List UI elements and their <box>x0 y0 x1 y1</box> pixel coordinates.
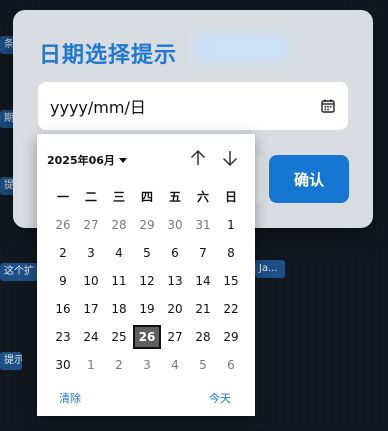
day-cell[interactable]: 12 <box>133 269 161 293</box>
day-cell[interactable]: 13 <box>161 269 189 293</box>
clear-button[interactable]: 清除 <box>59 390 81 406</box>
arrow-up-icon[interactable] <box>188 148 208 168</box>
day-cell[interactable]: 29 <box>217 325 245 349</box>
day-cell[interactable]: 6 <box>217 353 245 377</box>
day-cell[interactable]: 1 <box>77 353 105 377</box>
weekday-label: 日 <box>224 190 237 204</box>
day-cell[interactable]: 11 <box>105 269 133 293</box>
weekday-label: 二 <box>84 190 97 204</box>
day-cell[interactable]: 17 <box>77 297 105 321</box>
week-row: 23 24 25 26 27 28 29 <box>49 323 245 351</box>
confirm-button[interactable]: 确认 <box>269 155 349 203</box>
weekday-header-row: 一 二 三 四 五 六 日 <box>49 183 245 211</box>
month-selector[interactable]: 2025年06月 <box>47 152 127 168</box>
day-cell[interactable]: 29 <box>133 213 161 237</box>
week-row: 16 17 18 19 20 21 22 <box>49 295 245 323</box>
weekday-label: 三 <box>112 190 125 204</box>
day-cell[interactable]: 26 <box>49 213 77 237</box>
week-row: 30 1 2 3 4 5 6 <box>49 351 245 379</box>
week-row: 9 10 11 12 13 14 15 <box>49 267 245 295</box>
day-cell[interactable]: 20 <box>161 297 189 321</box>
today-button[interactable]: 今天 <box>209 390 231 406</box>
day-cell[interactable]: 24 <box>77 325 105 349</box>
month-label: 2025年06月 <box>47 154 115 167</box>
day-cell[interactable]: 28 <box>189 325 217 349</box>
day-cell[interactable]: 2 <box>105 353 133 377</box>
day-cell[interactable]: 19 <box>133 297 161 321</box>
day-cell[interactable]: 16 <box>49 297 77 321</box>
day-cell[interactable]: 4 <box>105 241 133 265</box>
blurred-decoration <box>193 34 289 62</box>
day-cell[interactable]: 25 <box>105 325 133 349</box>
weekday-label: 六 <box>196 190 209 204</box>
day-cell[interactable]: 6 <box>161 241 189 265</box>
day-cell[interactable]: 5 <box>133 241 161 265</box>
day-cell[interactable]: 31 <box>189 213 217 237</box>
chevron-down-icon <box>118 157 127 163</box>
day-cell[interactable]: 14 <box>189 269 217 293</box>
day-cell[interactable]: 18 <box>105 297 133 321</box>
bg-fragment: 提示 <box>0 352 22 370</box>
day-cell[interactable]: 28 <box>105 213 133 237</box>
day-cell[interactable]: 8 <box>217 241 245 265</box>
bg-fragment-chip: Ja... <box>255 260 285 278</box>
day-cell[interactable]: 9 <box>49 269 77 293</box>
day-cell[interactable]: 30 <box>49 353 77 377</box>
calendar-grid: 一 二 三 四 五 六 日 26 27 28 29 30 31 1 2 3 4 … <box>49 183 245 379</box>
dialog-title: 日期选择提示 <box>39 43 178 68</box>
day-cell[interactable]: 30 <box>161 213 189 237</box>
day-cell[interactable]: 1 <box>217 213 245 237</box>
calendar-icon[interactable] <box>320 98 336 114</box>
bg-fragment: 这个扩 <box>0 263 38 281</box>
day-cell[interactable]: 3 <box>133 353 161 377</box>
week-row: 2 3 4 5 6 7 8 <box>49 239 245 267</box>
day-cell[interactable]: 15 <box>217 269 245 293</box>
day-cell[interactable]: 7 <box>189 241 217 265</box>
date-input-value: yyyy/mm/日 <box>50 98 146 117</box>
day-cell-selected[interactable]: 26 <box>133 325 161 349</box>
date-picker-popup: 2025年06月 一 二 三 四 五 六 日 26 27 28 29 30 31… <box>37 134 255 416</box>
day-cell[interactable]: 4 <box>161 353 189 377</box>
weekday-label: 五 <box>168 190 181 204</box>
day-cell[interactable]: 22 <box>217 297 245 321</box>
day-cell[interactable]: 27 <box>161 325 189 349</box>
day-cell[interactable]: 23 <box>49 325 77 349</box>
date-input-field[interactable]: yyyy/mm/日 <box>38 82 348 130</box>
weekday-label: 一 <box>56 190 69 204</box>
weekday-label: 四 <box>140 190 153 204</box>
day-cell[interactable]: 3 <box>77 241 105 265</box>
day-cell[interactable]: 27 <box>77 213 105 237</box>
arrow-down-icon[interactable] <box>220 148 240 168</box>
day-cell[interactable]: 21 <box>189 297 217 321</box>
day-cell[interactable]: 5 <box>189 353 217 377</box>
day-cell[interactable]: 10 <box>77 269 105 293</box>
day-cell[interactable]: 2 <box>49 241 77 265</box>
week-row: 26 27 28 29 30 31 1 <box>49 211 245 239</box>
